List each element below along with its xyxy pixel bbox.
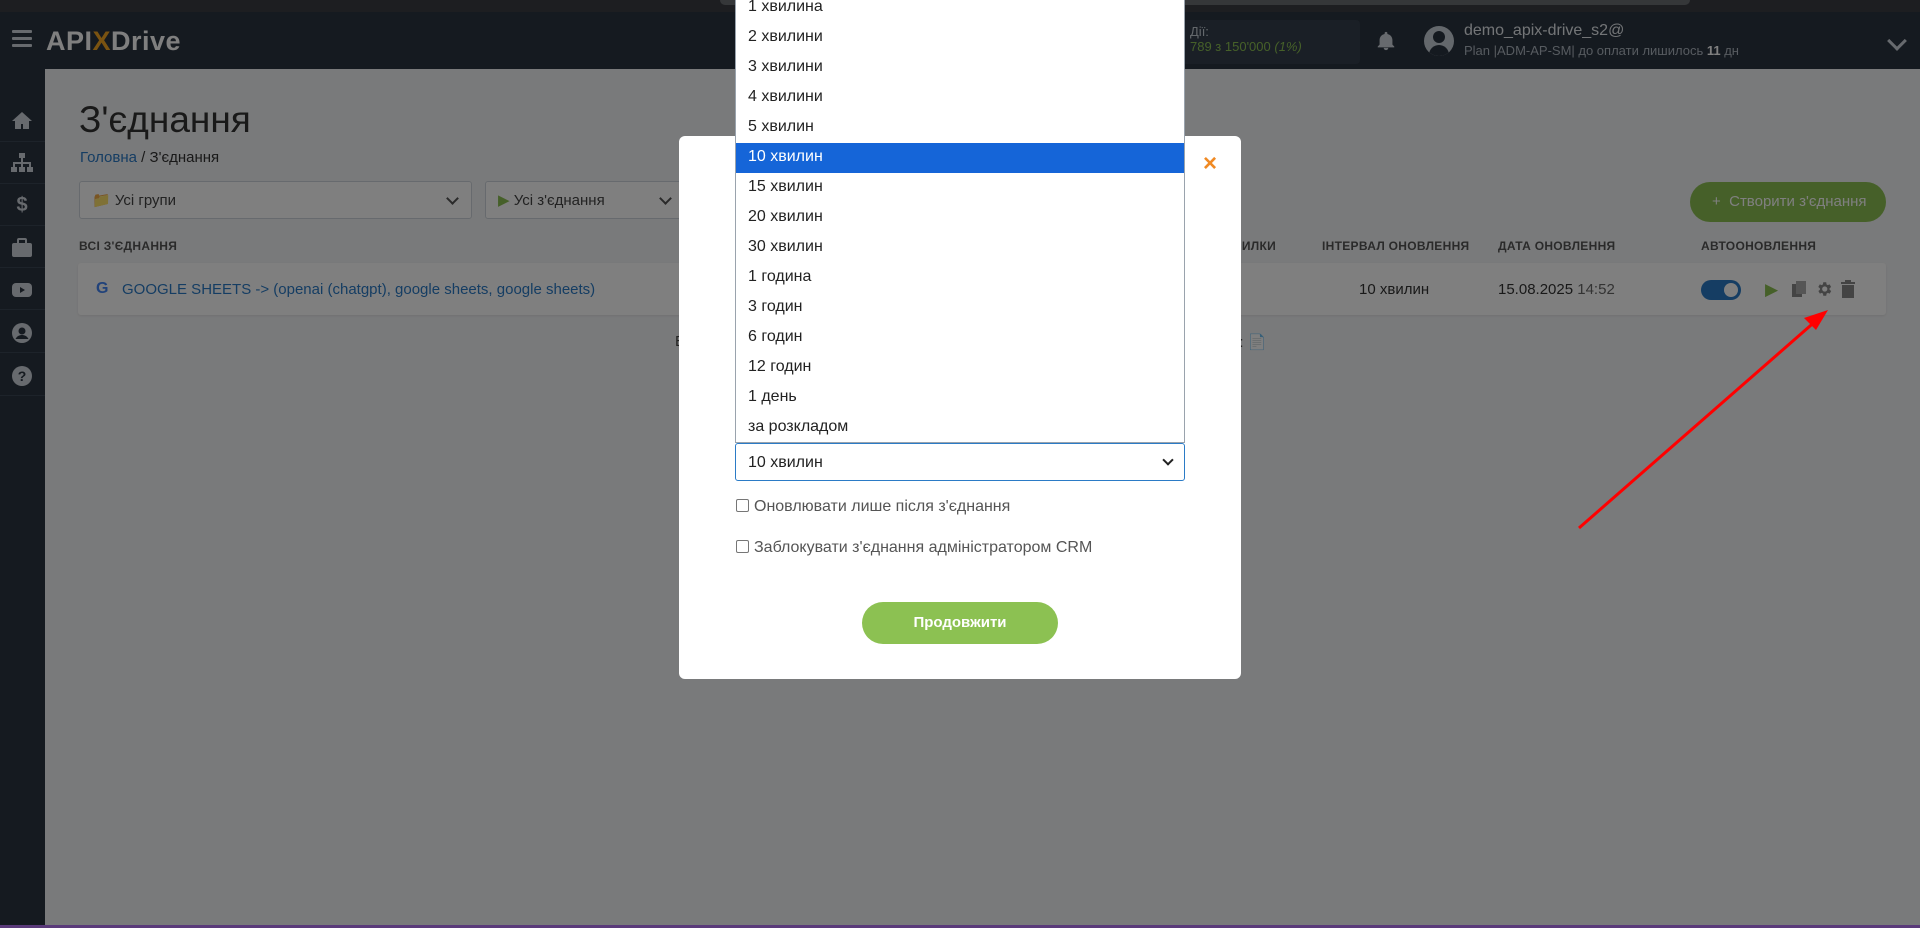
interval-option[interactable]: 12 годин [736, 353, 1184, 383]
interval-option[interactable]: 1 день [736, 383, 1184, 413]
chevron-down-icon [1162, 454, 1174, 466]
interval-option[interactable]: 3 хвилини [736, 53, 1184, 83]
interval-option[interactable]: 15 хвилин [736, 173, 1184, 203]
interval-option[interactable]: за розкладом [736, 413, 1184, 443]
interval-option[interactable]: 5 хвилин [736, 113, 1184, 143]
interval-option[interactable]: 20 хвилин [736, 203, 1184, 233]
interval-option[interactable]: 2 хвилини [736, 23, 1184, 53]
interval-option[interactable]: 30 хвилин [736, 233, 1184, 263]
checkbox-box[interactable] [736, 540, 749, 553]
lock-crm-checkbox[interactable]: Заблокувати з'єднання адміністратором CR… [736, 539, 1092, 557]
interval-option[interactable]: 6 годин [736, 323, 1184, 353]
checkbox-box[interactable] [736, 499, 749, 512]
interval-option[interactable]: 1 година [736, 263, 1184, 293]
update-after-checkbox[interactable]: Оновлювати лише після з'єднання [736, 498, 1010, 516]
interval-select[interactable]: 10 хвилин [735, 443, 1185, 481]
interval-option[interactable]: 4 хвилини [736, 83, 1184, 113]
interval-option[interactable]: 10 хвилин [736, 143, 1184, 173]
interval-option[interactable]: 3 годин [736, 293, 1184, 323]
close-icon[interactable]: × [1203, 150, 1217, 178]
interval-options-list[interactable]: 1 хвилина 2 хвилини 3 хвилини 4 хвилини 5 хв… [735, 0, 1185, 443]
continue-button[interactable]: Продовжити [862, 602, 1058, 644]
interval-option[interactable]: 1 хвилина [736, 0, 1184, 23]
